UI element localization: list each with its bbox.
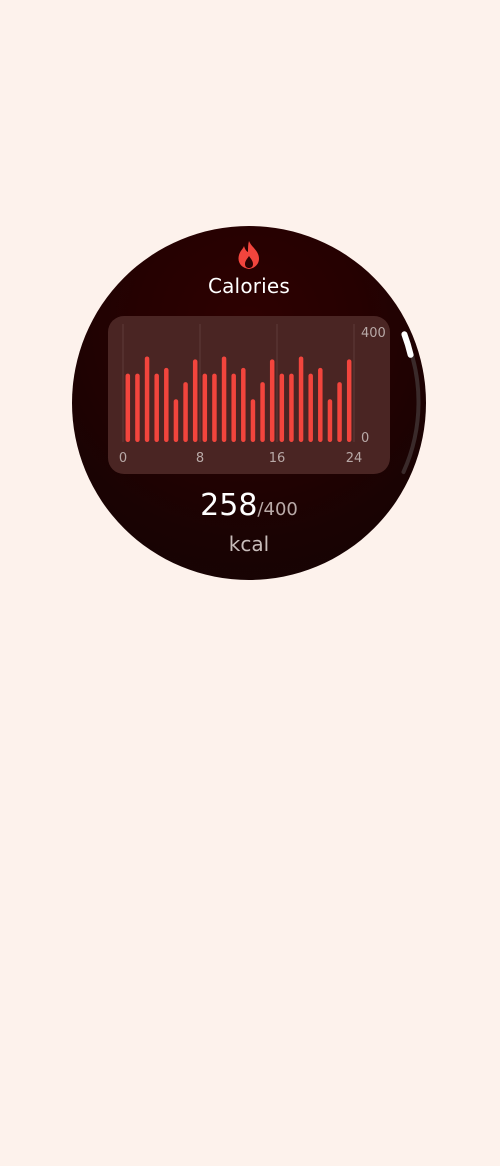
chart-bar (318, 367, 323, 442)
chart-bar (250, 399, 256, 442)
chart-bar (231, 373, 236, 442)
chart-bar (279, 373, 285, 442)
chart-bar (241, 367, 246, 442)
x-tick-label: 0 (119, 451, 127, 466)
chart-bar (212, 373, 217, 442)
app-title: Calories (207, 274, 291, 298)
chart-bar (337, 382, 342, 442)
flame-icon (238, 241, 259, 269)
calories-chart: 0 8 16 24 400 0 (108, 316, 390, 474)
calorie-unit: kcal (228, 532, 270, 556)
chart-svg: 0 8 16 24 400 0 (119, 324, 386, 466)
chart-bar (269, 359, 275, 442)
chart-bar (202, 373, 208, 442)
calorie-goal: /400 (257, 499, 298, 520)
chart-bar (173, 399, 179, 442)
calorie-value: 258 (200, 488, 258, 523)
chart-bar (183, 382, 188, 442)
chart-bar (260, 382, 265, 442)
chart-bar (125, 373, 131, 442)
chart-bar (221, 356, 227, 442)
chart-bar (154, 373, 159, 442)
chart-bar (327, 399, 333, 442)
chart-bar (135, 373, 140, 442)
x-tick-label: 16 (269, 451, 286, 466)
x-tick-label: 8 (196, 451, 204, 466)
calorie-value-row: 258/400 (72, 488, 426, 523)
chart-bar (144, 356, 150, 442)
chart-bar (308, 373, 313, 442)
y-tick-label: 400 (361, 326, 386, 341)
watch-face: Calories 0 8 16 24 400 0 258/400 kcal (72, 226, 426, 580)
y-tick-label: 0 (361, 431, 369, 446)
x-tick-label: 24 (346, 451, 363, 466)
chart-bar (298, 356, 304, 442)
chart-bar (164, 367, 169, 442)
chart-bar (346, 359, 352, 442)
chart-bar (289, 373, 294, 442)
chart-bar (192, 359, 198, 442)
